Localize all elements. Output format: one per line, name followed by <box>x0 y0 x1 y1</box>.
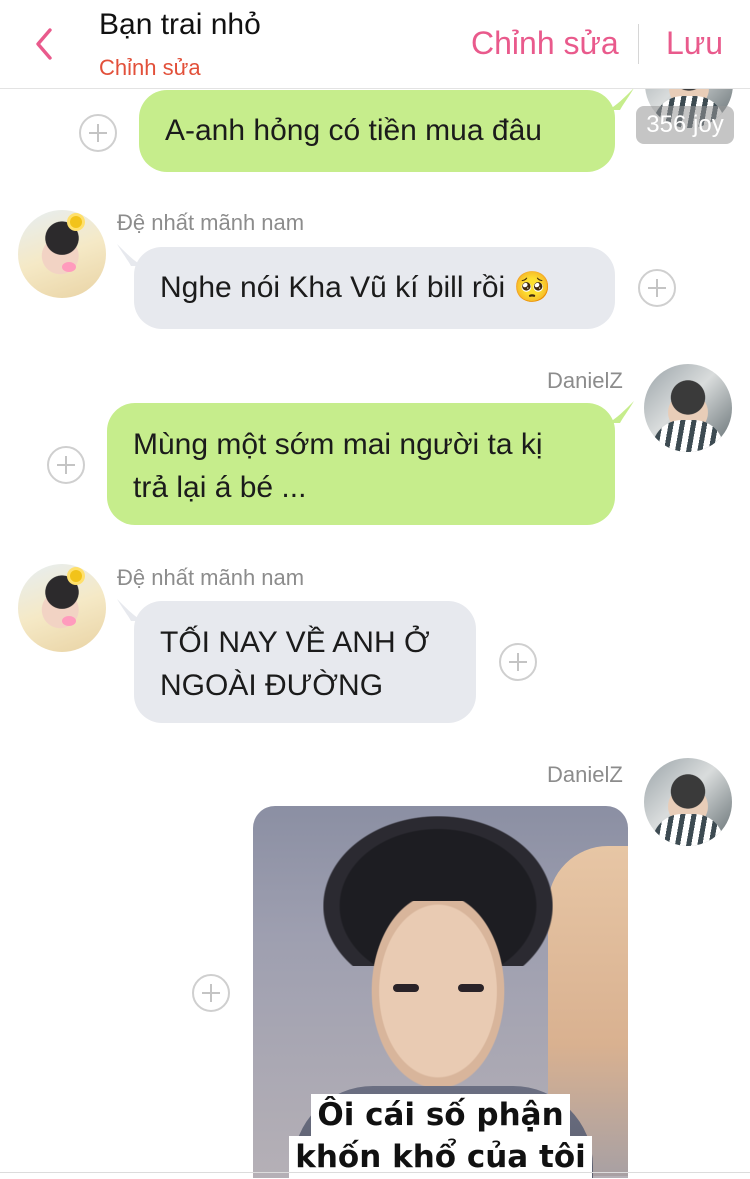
photo-eye <box>393 984 419 992</box>
sender-name: Đệ nhất mãnh nam <box>117 210 305 235</box>
image-message[interactable]: Ôi cái số phận khốn khổ của tôi <box>253 806 628 1178</box>
avatar-danielz[interactable] <box>644 758 732 846</box>
message-text-line: NGOÀI ĐƯỜNG <box>160 669 384 702</box>
sender-name: Đệ nhất mãnh nam <box>117 565 305 590</box>
add-reaction-button[interactable] <box>192 974 230 1012</box>
bubble-tail <box>608 88 634 110</box>
bottom-divider <box>0 1172 750 1173</box>
avatar-de-nhat-manh-nam[interactable] <box>18 564 106 652</box>
chat-title: Bạn trai nhỏ <box>99 8 261 41</box>
photo-face <box>363 901 513 1101</box>
message-bubble[interactable]: A-anh hỏng có tiền mua đâu <box>139 90 615 172</box>
joy-badge: 356 joy <box>636 106 734 144</box>
header-divider <box>638 24 639 64</box>
chat-subtitle: Chỉnh sửa <box>99 55 201 80</box>
message-text-line: TỐI NAY VỀ ANH Ở <box>160 626 430 659</box>
message-text: A-anh hỏng có tiền mua đâu <box>165 114 542 147</box>
message-text-line: trả lại á bé ... <box>133 471 307 504</box>
chat-screen: Bạn trai nhỏ Chỉnh sửa Chỉnh sửa Lưu 356… <box>0 0 750 1179</box>
edit-button[interactable]: Chỉnh sửa <box>471 25 619 62</box>
add-reaction-button[interactable] <box>638 269 676 307</box>
avatar-danielz[interactable] <box>644 364 732 452</box>
sender-name: DanielZ <box>547 762 623 787</box>
message-text-line: Mùng một sớm mai người ta kị <box>133 428 543 461</box>
add-reaction-button[interactable] <box>47 446 85 484</box>
message-bubble[interactable]: TỐI NAY VỀ ANH Ở NGOÀI ĐƯỜNG <box>134 601 476 723</box>
photo-eye <box>458 984 484 992</box>
message-bubble[interactable]: Mùng một sớm mai người ta kị trả lại á b… <box>107 403 615 525</box>
add-reaction-button[interactable] <box>79 114 117 152</box>
add-reaction-button[interactable] <box>499 643 537 681</box>
meme-caption: Ôi cái số phận <box>253 1094 628 1136</box>
message-bubble[interactable]: Nghe nói Kha Vũ kí bill rồi 🥺 <box>134 247 615 329</box>
back-chevron-icon <box>36 28 52 60</box>
top-bar: Bạn trai nhỏ Chỉnh sửa Chỉnh sửa Lưu <box>0 0 750 89</box>
bubble-tail <box>608 401 634 423</box>
message-text: Nghe nói Kha Vũ kí bill rồi 🥺 <box>160 271 551 304</box>
avatar-de-nhat-manh-nam[interactable] <box>18 210 106 298</box>
back-button[interactable] <box>26 24 66 64</box>
save-button[interactable]: Lưu <box>666 25 723 62</box>
sender-name: DanielZ <box>547 368 623 393</box>
